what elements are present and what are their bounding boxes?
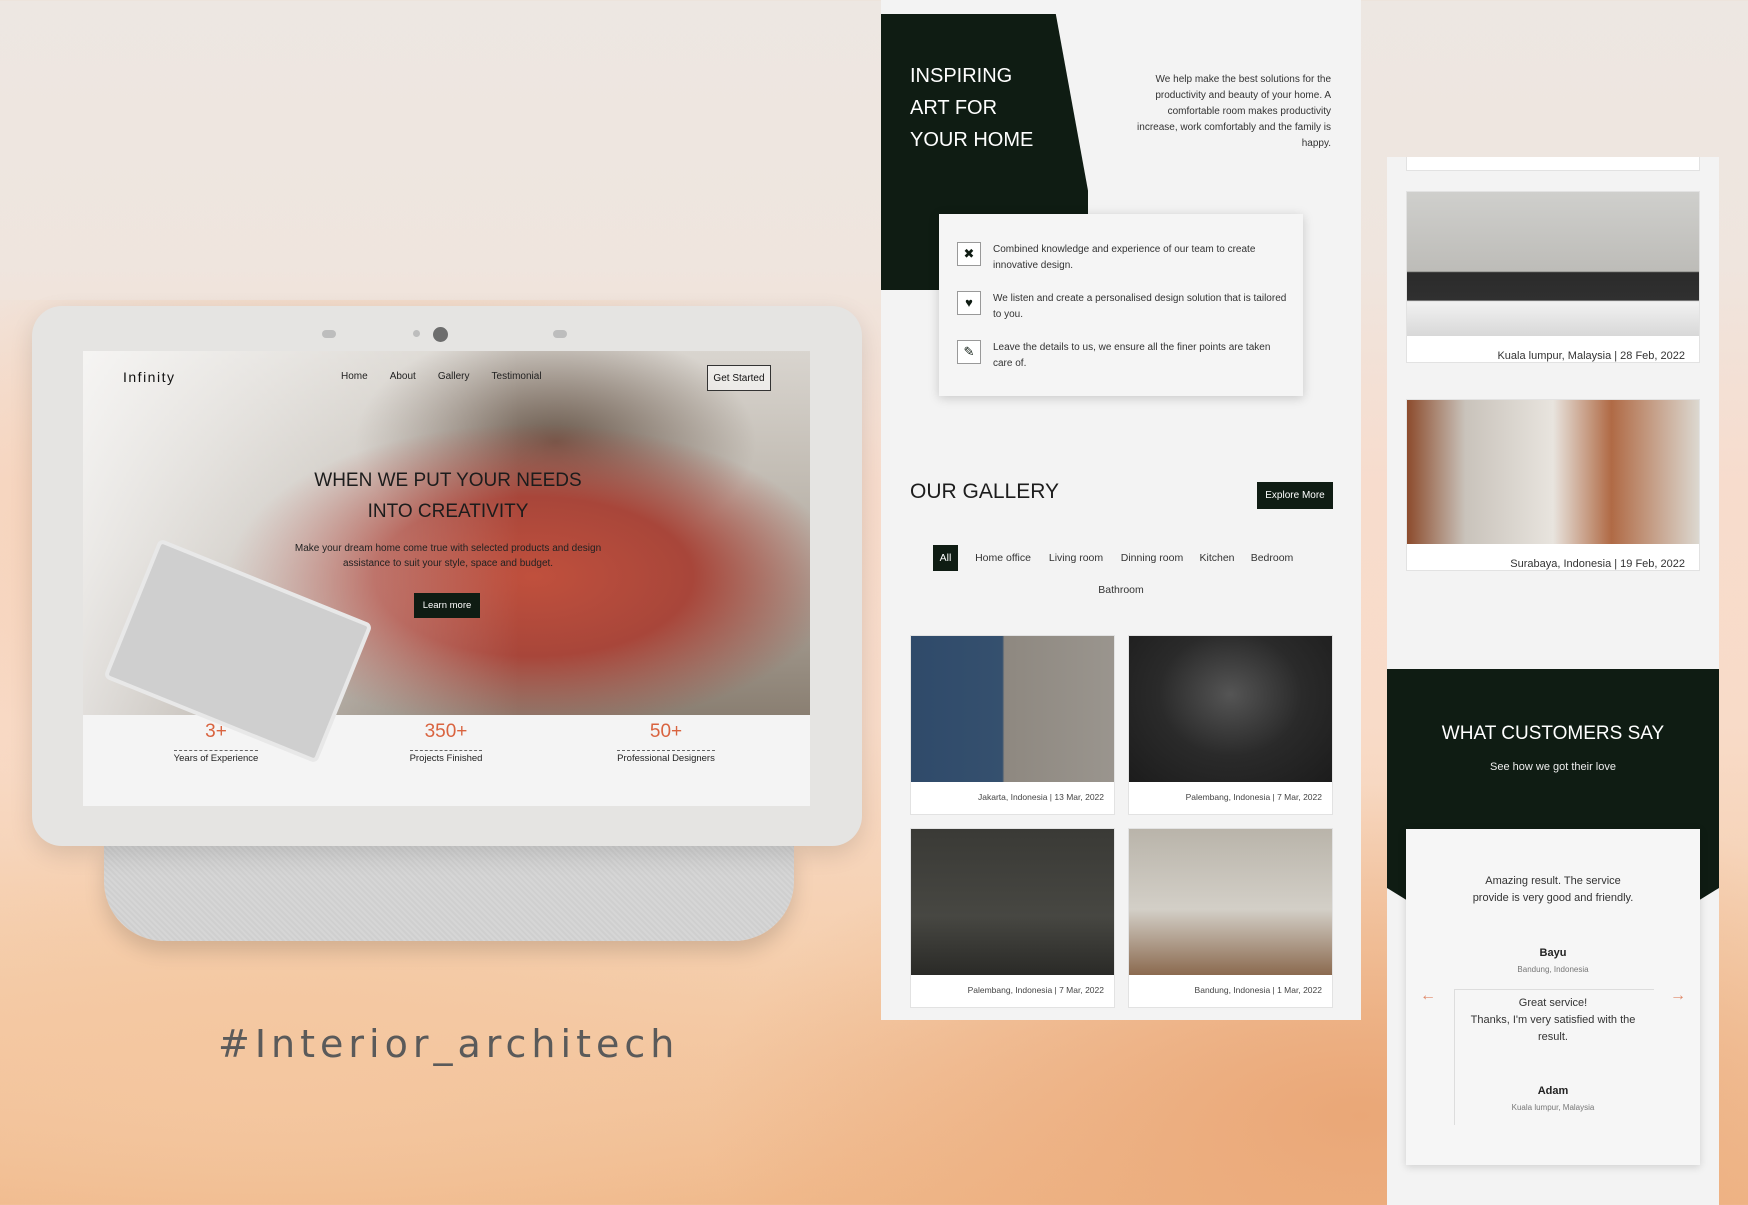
filter-bedroom[interactable]: Bedroom [1247, 545, 1297, 571]
gallery-image [1129, 829, 1332, 975]
hero-subtitle: Make your dream home come true with sele… [294, 543, 602, 569]
magic-wand-icon: ✎ [957, 340, 981, 364]
feature-item: ✖ Combined knowledge and experience of o… [957, 242, 1287, 274]
project-image [1407, 400, 1699, 544]
tools-icon: ✖ [957, 242, 981, 266]
testimonial-quote: Great service! Thanks, I'm very satisfie… [1406, 995, 1700, 1046]
main-nav: Home About Gallery Testimonial [341, 371, 542, 382]
gallery-page-panel: INSPIRING ART FOR YOUR HOME We help make… [881, 0, 1361, 1020]
testimonial-location: Bandung, Indonesia [1517, 965, 1589, 974]
gallery-caption: Jakarta, Indonesia | 13 Mar, 2022 [977, 792, 1104, 802]
camera-icon [433, 327, 448, 342]
feature-item: ♥ We listen and create a personalised de… [957, 291, 1287, 323]
stat-label: Projects Finished [409, 750, 483, 764]
heart-icon: ♥ [957, 291, 981, 315]
gallery-image [911, 829, 1114, 975]
project-card[interactable]: Kuala lumpur, Malaysia | 28 Feb, 2022 [1406, 191, 1700, 363]
testimonial-card: Amazing result. The service provide is v… [1406, 829, 1700, 1165]
gallery-caption: Palembang, Indonesia | 7 Mar, 2022 [1185, 792, 1322, 802]
gallery-caption: Palembang, Indonesia | 7 Mar, 2022 [967, 985, 1104, 995]
testimonial-name: Bayu [1539, 947, 1567, 959]
intro-description: We help make the best solutions for the … [1137, 74, 1331, 149]
gallery-item[interactable]: Bandung, Indonesia | 1 Mar, 2022 [1128, 828, 1333, 1008]
stat-years: 3+ Years of Experience [141, 721, 291, 766]
filter-home-office[interactable]: Home office [971, 545, 1035, 571]
hero-title-line: INTO CREATIVITY [367, 501, 529, 522]
sensor-icon [553, 330, 567, 338]
stat-label: Years of Experience [173, 750, 259, 764]
heading-line: YOUR HOME [910, 129, 1034, 151]
filter-kitchen[interactable]: Kitchen [1197, 545, 1237, 571]
testimonial-quote: Amazing result. The service provide is v… [1472, 875, 1634, 904]
heading-line: INSPIRING [910, 65, 1013, 87]
feature-text: Leave the details to us, we ensure all t… [993, 342, 1271, 369]
stat-number: 3+ [205, 721, 227, 742]
nav-home[interactable]: Home [341, 371, 368, 382]
divider [1454, 989, 1654, 990]
hashtag-title: #Interior_architech [218, 1022, 680, 1066]
project-card[interactable]: Surabaya, Indonesia | 19 Feb, 2022 [1406, 399, 1700, 571]
filter-living-room[interactable]: Living room [1045, 545, 1107, 571]
gallery-image [911, 636, 1114, 782]
hero-title-line: WHEN WE PUT YOUR NEEDS [314, 470, 582, 491]
gallery-image [1129, 636, 1332, 782]
device-screen: Infinity Home About Gallery Testimonial … [83, 351, 810, 806]
testimonial-location: Kuala lumpur, Malaysia [1511, 1103, 1595, 1112]
device-stand [104, 846, 794, 941]
gallery-caption: Bandung, Indonesia | 1 Mar, 2022 [1194, 985, 1322, 995]
stat-label: Professional Designers [617, 750, 715, 764]
stat-number: 50+ [649, 721, 683, 742]
gallery-item[interactable]: Palembang, Indonesia | 7 Mar, 2022 [910, 828, 1115, 1008]
nav-testimonial[interactable]: Testimonial [492, 371, 542, 382]
project-image [1407, 192, 1699, 336]
get-started-button[interactable]: Get Started [707, 365, 771, 391]
stat-designers: 50+ Professional Designers [591, 721, 741, 766]
sensor-icon [322, 330, 336, 338]
testimonial-title: WHAT CUSTOMERS SAY [1441, 723, 1665, 744]
quote-line: Great service! [1518, 997, 1588, 1009]
quote-line: Thanks, I'm very satisfied with the resu… [1470, 1014, 1636, 1043]
feature-text: We listen and create a personalised desi… [993, 293, 1287, 320]
nav-about[interactable]: About [390, 371, 416, 382]
feature-item: ✎ Leave the details to us, we ensure all… [957, 340, 1287, 372]
testimonial-page-panel: Kuala lumpur, Malaysia | 28 Feb, 2022 Su… [1387, 157, 1719, 1205]
project-caption: Surabaya, Indonesia | 19 Feb, 2022 [1510, 558, 1685, 570]
filter-dinning-room[interactable]: Dinning room [1117, 545, 1187, 571]
stat-projects: 350+ Projects Finished [371, 721, 521, 766]
testimonial-subtitle: See how we got their love [1490, 761, 1616, 773]
heading-line: ART FOR [910, 97, 998, 119]
gallery-item[interactable]: Palembang, Indonesia | 7 Mar, 2022 [1128, 635, 1333, 815]
features-card: ✖ Combined knowledge and experience of o… [939, 214, 1303, 396]
explore-more-button[interactable]: Explore More [1257, 482, 1333, 509]
card-edge [1406, 157, 1700, 171]
learn-more-button[interactable]: Learn more [414, 593, 480, 618]
inspiring-heading: INSPIRING ART FOR YOUR HOME [910, 60, 1033, 156]
stat-number: 350+ [424, 721, 468, 742]
hero-title: WHEN WE PUT YOUR NEEDS INTO CREATIVITY [233, 465, 663, 527]
filter-all[interactable]: All [933, 545, 958, 571]
nav-gallery[interactable]: Gallery [438, 371, 470, 382]
gallery-item[interactable]: Jakarta, Indonesia | 13 Mar, 2022 [910, 635, 1115, 815]
testimonial-name: Adam [1537, 1085, 1569, 1097]
site-logo[interactable]: Infinity [123, 369, 175, 385]
project-caption: Kuala lumpur, Malaysia | 28 Feb, 2022 [1497, 350, 1685, 362]
filter-bathroom[interactable]: Bathroom [1091, 577, 1151, 603]
gallery-title: OUR GALLERY [910, 480, 1059, 503]
feature-text: Combined knowledge and experience of our… [993, 244, 1256, 271]
sensor-icon [413, 330, 420, 337]
